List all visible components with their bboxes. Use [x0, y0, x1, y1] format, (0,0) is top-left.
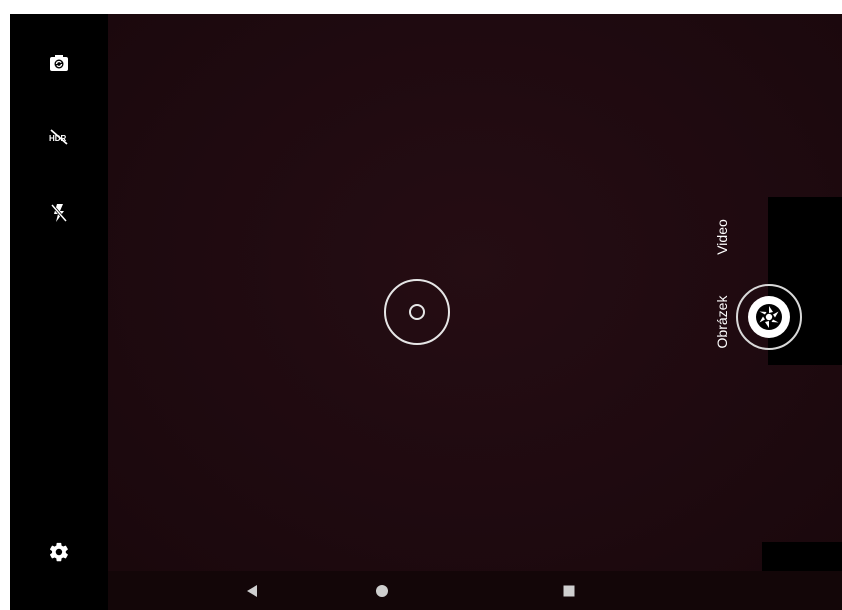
focus-center-dot [409, 304, 425, 320]
switch-camera-icon[interactable] [44, 48, 74, 78]
flash-off-icon[interactable] [44, 198, 74, 228]
shutter-aperture-icon [748, 296, 790, 338]
system-navigation-bar [108, 571, 842, 610]
mode-video-tab[interactable]: Video [714, 212, 730, 262]
shutter-button[interactable] [736, 284, 802, 350]
home-circle-icon[interactable] [370, 579, 394, 603]
recents-square-icon[interactable] [557, 579, 581, 603]
camera-controls-rail: HDR [10, 14, 108, 610]
camera-screen: HDR Video Obrázek [10, 14, 842, 610]
camera-viewfinder[interactable] [108, 14, 842, 571]
settings-gear-icon[interactable] [44, 537, 74, 567]
back-triangle-icon[interactable] [240, 579, 264, 603]
mode-picture-tab[interactable]: Obrázek [714, 282, 730, 362]
hdr-off-icon[interactable]: HDR [44, 122, 74, 152]
